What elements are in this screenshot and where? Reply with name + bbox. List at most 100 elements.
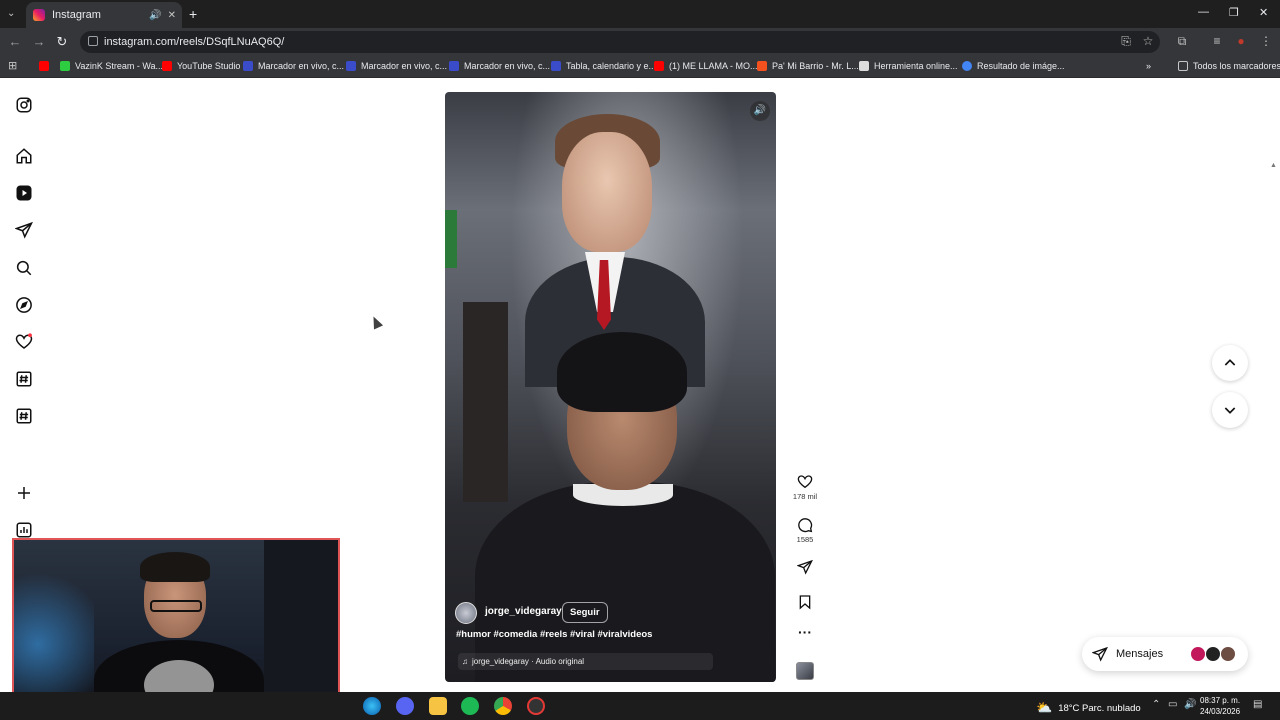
profile-icon[interactable]: ● [1233, 34, 1249, 48]
heart-icon[interactable] [15, 333, 33, 351]
bookmark-item[interactable]: VazinK Stream - Wa... [60, 61, 163, 71]
back-icon[interactable]: ← [6, 34, 24, 49]
hashtag-icon-2[interactable] [15, 407, 33, 425]
messages-button[interactable]: Mensajes [1082, 637, 1248, 671]
reload-icon[interactable]: ↻ [53, 34, 71, 50]
edge-icon[interactable] [363, 697, 381, 715]
chrome-icon[interactable] [494, 697, 512, 715]
man-face [562, 132, 652, 252]
instagram-favicon-icon [33, 9, 45, 21]
more-options-icon[interactable]: ··· [790, 624, 820, 640]
audio-label: jorge_videgaray · Audio original [472, 657, 585, 666]
apps-icon[interactable]: ⊞ [8, 59, 17, 72]
media-control-icon[interactable]: ≡ [1209, 34, 1225, 48]
barber-cape [475, 482, 775, 682]
webcam-overlay [12, 538, 340, 712]
like-action[interactable]: 178 mil [790, 474, 820, 501]
bookmark-item[interactable]: Marcador en vivo, c... [346, 61, 447, 71]
bookmark-item[interactable]: Marcador en vivo, c... [449, 61, 550, 71]
save-action[interactable] [790, 594, 820, 610]
comment-icon [798, 518, 813, 533]
previous-reel-button[interactable] [1212, 345, 1248, 381]
bookmark-item[interactable]: Marcador en vivo, c... [243, 61, 344, 71]
volume-tray-icon[interactable]: 🔊 [1184, 699, 1196, 710]
music-note-icon: ♫ [462, 657, 468, 666]
tab-search-icon[interactable]: ⌄ [7, 8, 15, 19]
home-icon[interactable] [15, 147, 33, 165]
mouse-cursor [368, 314, 384, 330]
app-icon-2[interactable] [527, 697, 545, 715]
messages-label: Mensajes [1116, 648, 1164, 660]
hashtag-icon[interactable] [15, 370, 33, 388]
instagram-icon[interactable] [15, 96, 33, 114]
weather-text: 18°C Parc. nublado [1058, 702, 1141, 714]
bookmark-star-icon[interactable]: ☆ [1140, 34, 1156, 48]
extensions-icon[interactable]: ⧉ [1174, 34, 1190, 49]
exit-sign [445, 210, 457, 268]
dashboard-icon[interactable] [15, 521, 33, 539]
bookmark-item[interactable]: Resultado de imáge... [962, 61, 1065, 71]
share-icon [797, 559, 813, 575]
avatar[interactable] [455, 602, 477, 624]
file-explorer-icon[interactable] [429, 697, 447, 715]
comment-count: 1585 [796, 535, 814, 544]
url-text: instagram.com/reels/DSqfLNuAQ6Q/ [104, 36, 285, 48]
chevron-down-icon [1224, 407, 1236, 414]
new-tab-button[interactable]: + [189, 6, 197, 22]
menu-icon[interactable]: ⋮ [1258, 34, 1274, 48]
create-icon[interactable] [15, 484, 33, 502]
notification-icon[interactable]: ▤ [1253, 699, 1262, 710]
explore-icon[interactable] [15, 296, 33, 314]
bookmark-item[interactable]: Herramienta online... [859, 61, 958, 71]
bookmarks-bar: ⊞ VazinK Stream - Wa... YouTube Studio M… [0, 56, 1280, 78]
more-bookmarks-icon[interactable]: » [1146, 61, 1151, 71]
minimize-icon[interactable]: — [1198, 6, 1209, 18]
app-icon[interactable] [396, 697, 414, 715]
scroll-up-icon[interactable]: ▲ [1270, 162, 1277, 169]
bookmark-item[interactable]: Tabla, calendario y e... [551, 61, 656, 71]
tab-title: Instagram [52, 9, 101, 21]
bookmark-youtube-icon[interactable] [39, 61, 54, 71]
reel-video[interactable]: 🔊 jorge_videgaray Seguir #humor #comedia… [445, 92, 776, 682]
send-icon [1092, 646, 1108, 662]
restore-icon[interactable]: ❐ [1229, 6, 1239, 19]
search-icon[interactable] [15, 259, 33, 277]
browser-tab-bar: ⌄ Instagram 🔊 ✕ + — ❐ ✕ [0, 0, 1280, 28]
all-bookmarks-folder[interactable]: Todos los marcadores [1178, 61, 1280, 71]
tab-close-icon[interactable]: ✕ [168, 10, 176, 21]
bookmark-item[interactable]: (1) ME LLAMA - MO... [654, 61, 758, 71]
spotify-icon[interactable] [461, 697, 479, 715]
share-action[interactable] [790, 559, 820, 575]
network-icon[interactable]: ▭ [1168, 699, 1177, 710]
doorway [463, 302, 508, 502]
site-info-icon[interactable] [88, 36, 98, 46]
reels-icon[interactable] [15, 184, 33, 202]
chevron-up-icon [1224, 359, 1236, 366]
audio-thumbnail[interactable] [790, 662, 820, 680]
send-icon[interactable] [14, 221, 33, 239]
next-reel-button[interactable] [1212, 392, 1248, 428]
follow-button[interactable]: Seguir [562, 602, 608, 623]
bookmark-icon [799, 595, 811, 610]
bookmark-item[interactable]: Pa' Mi Barrio - Mr. L... [757, 61, 859, 71]
reel-audio[interactable]: ♫ jorge_videgaray · Audio original [458, 653, 713, 670]
volume-icon[interactable]: 🔊 [750, 101, 770, 121]
bookmark-item[interactable]: YouTube Studio [162, 61, 240, 71]
clock-date: 24/03/2026 [1200, 707, 1241, 716]
avatar [1220, 646, 1236, 662]
close-window-icon[interactable]: ✕ [1259, 6, 1268, 19]
browser-tab[interactable]: Instagram 🔊 ✕ [26, 2, 182, 28]
weather-widget[interactable]: ⛅ 18°C Parc. nublado [1036, 700, 1141, 716]
address-bar[interactable]: instagram.com/reels/DSqfLNuAQ6Q/ [80, 31, 1160, 53]
install-app-icon[interactable]: ⎘ [1118, 34, 1134, 49]
speaker-icon[interactable]: 🔊 [149, 10, 161, 21]
avatar [1190, 646, 1206, 662]
clock-time: 08:37 p. m. [1200, 696, 1241, 705]
tray-chevron-icon[interactable]: ⌃ [1152, 699, 1160, 710]
reel-username[interactable]: jorge_videgaray [485, 606, 562, 617]
forward-icon[interactable]: → [30, 34, 48, 49]
clock[interactable]: 08:37 p. m. 24/03/2026 [1200, 695, 1240, 717]
comment-action[interactable]: 1585 [790, 517, 820, 544]
browser-toolbar: ← → ↻ instagram.com/reels/DSqfLNuAQ6Q/ ⎘… [0, 28, 1280, 56]
like-heart-icon [797, 475, 813, 489]
